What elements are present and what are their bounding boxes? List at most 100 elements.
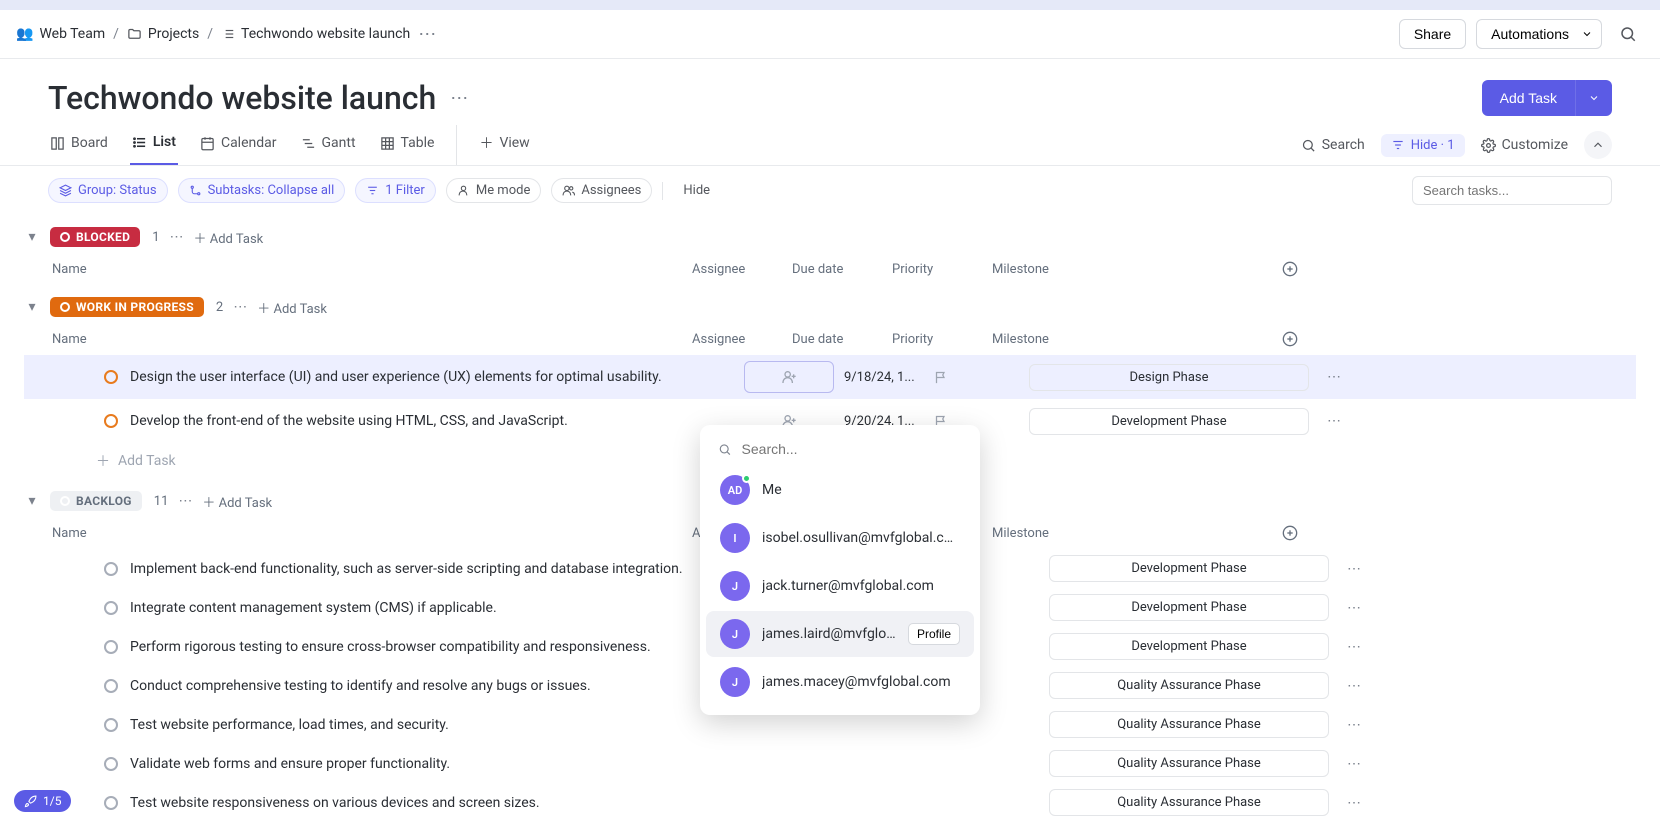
task-name[interactable]: Perform rigorous testing to ensure cross…: [130, 639, 744, 655]
status-dot-icon[interactable]: [104, 601, 118, 615]
automations-button[interactable]: Automations: [1476, 19, 1584, 49]
breadcrumb-team[interactable]: 👥 Web Team: [16, 26, 105, 42]
row-more-icon[interactable]: ⋯: [1334, 795, 1374, 811]
task-row[interactable]: Validate web forms and ensure proper fun…: [24, 744, 1636, 783]
status-dot-icon[interactable]: [104, 414, 118, 428]
row-more-icon[interactable]: ⋯: [1334, 561, 1374, 577]
group-toggle[interactable]: ▾: [24, 493, 40, 509]
col-priority[interactable]: Priority: [892, 262, 992, 277]
task-name[interactable]: Design the user interface (UI) and user …: [130, 369, 744, 385]
assignee-user[interactable]: I isobel.osullivan@mvfglobal.com: [706, 515, 974, 561]
tab-gantt[interactable]: Gantt: [299, 125, 358, 165]
collapse-button[interactable]: [1584, 131, 1612, 159]
tab-table[interactable]: Table: [378, 125, 437, 165]
task-name[interactable]: Conduct comprehensive testing to identif…: [130, 678, 744, 694]
status-dot-icon[interactable]: [104, 370, 118, 384]
hide-button[interactable]: Hide · 1: [1381, 134, 1465, 157]
milestone-chip[interactable]: Development Phase: [1049, 633, 1329, 660]
me-mode-pill[interactable]: Me mode: [446, 178, 542, 203]
task-name[interactable]: Test website performance, load times, an…: [130, 717, 744, 733]
subtasks-pill[interactable]: Subtasks: Collapse all: [178, 178, 346, 203]
automations-dropdown[interactable]: [1573, 19, 1602, 49]
search-icon[interactable]: [1612, 18, 1644, 50]
task-name[interactable]: Validate web forms and ensure proper fun…: [130, 756, 744, 772]
status-pill[interactable]: BLOCKED: [50, 227, 140, 247]
col-due[interactable]: Due date: [792, 332, 892, 347]
col-assignee[interactable]: Assignee: [692, 262, 792, 277]
col-milestone[interactable]: Milestone: [992, 526, 1282, 541]
status-dot-icon[interactable]: [104, 757, 118, 771]
status-dot-icon[interactable]: [104, 640, 118, 654]
tab-add-view[interactable]: ＋ View: [477, 125, 531, 165]
milestone-chip[interactable]: Quality Assurance Phase: [1049, 711, 1329, 738]
group-more-icon[interactable]: ⋯: [178, 493, 192, 509]
milestone-chip[interactable]: Design Phase: [1029, 364, 1309, 391]
assignee-cell[interactable]: [744, 361, 834, 393]
breadcrumb-list[interactable]: Techwondo website launch: [221, 26, 410, 42]
assignee-user[interactable]: J james.laird@mvfgloba... Profile: [706, 611, 974, 657]
help-pill[interactable]: 1/5: [14, 790, 71, 812]
status-pill[interactable]: BACKLOG: [50, 491, 142, 511]
milestone-chip[interactable]: Quality Assurance Phase: [1049, 672, 1329, 699]
milestone-chip[interactable]: Quality Assurance Phase: [1049, 789, 1329, 816]
milestone-chip[interactable]: Development Phase: [1049, 594, 1329, 621]
group-more-icon[interactable]: ⋯: [233, 299, 247, 315]
filter-pill[interactable]: 1 Filter: [355, 178, 436, 203]
col-milestone[interactable]: Milestone: [992, 332, 1282, 347]
priority-cell[interactable]: [934, 370, 1024, 385]
tab-list[interactable]: List: [130, 125, 178, 165]
customize-button[interactable]: Customize: [1481, 137, 1568, 153]
status-dot-icon[interactable]: [104, 679, 118, 693]
group-pill[interactable]: Group: Status: [48, 178, 168, 203]
task-name[interactable]: Integrate content management system (CMS…: [130, 600, 744, 616]
row-more-icon[interactable]: ⋯: [1334, 678, 1374, 694]
due-cell[interactable]: 9/18/24, 1...: [844, 370, 934, 385]
assignee-search-input[interactable]: [742, 441, 962, 457]
status-dot-icon[interactable]: [104, 562, 118, 576]
milestone-chip[interactable]: Quality Assurance Phase: [1049, 750, 1329, 777]
row-more-icon[interactable]: ⋯: [1314, 413, 1354, 429]
assignee-me[interactable]: AD Me: [706, 467, 974, 513]
group-add-task[interactable]: ＋ Add Task: [194, 228, 264, 247]
profile-button[interactable]: Profile: [908, 623, 960, 645]
col-name[interactable]: Name: [52, 526, 692, 541]
row-more-icon[interactable]: ⋯: [1334, 756, 1374, 772]
group-add-task[interactable]: ＋ Add Task: [257, 298, 327, 317]
assignees-pill[interactable]: Assignees: [551, 178, 652, 203]
add-column-icon[interactable]: [1282, 331, 1312, 347]
title-more-icon[interactable]: ⋯: [450, 88, 468, 109]
tab-calendar[interactable]: Calendar: [198, 125, 279, 165]
search-tasks-input[interactable]: [1412, 176, 1612, 205]
breadcrumb-more-icon[interactable]: ⋯: [418, 24, 436, 45]
task-row[interactable]: Design the user interface (UI) and user …: [24, 355, 1636, 399]
assignee-user[interactable]: J jack.turner@mvfglobal.com: [706, 563, 974, 609]
row-more-icon[interactable]: ⋯: [1314, 369, 1354, 385]
add-task-dropdown[interactable]: [1575, 80, 1612, 116]
task-name[interactable]: Implement back-end functionality, such a…: [130, 561, 744, 577]
status-dot-icon[interactable]: [104, 796, 118, 810]
add-column-icon[interactable]: [1282, 525, 1312, 541]
group-add-task[interactable]: ＋ Add Task: [202, 492, 272, 511]
task-name[interactable]: Develop the front-end of the website usi…: [130, 413, 744, 429]
add-task-button[interactable]: Add Task: [1482, 80, 1575, 116]
col-name[interactable]: Name: [52, 262, 692, 277]
col-name[interactable]: Name: [52, 332, 692, 347]
col-milestone[interactable]: Milestone: [992, 262, 1282, 277]
share-button[interactable]: Share: [1399, 19, 1466, 49]
breadcrumb-folder[interactable]: Projects: [127, 26, 199, 42]
milestone-chip[interactable]: Development Phase: [1049, 555, 1329, 582]
status-dot-icon[interactable]: [104, 718, 118, 732]
col-due[interactable]: Due date: [792, 262, 892, 277]
col-priority[interactable]: Priority: [892, 332, 992, 347]
milestone-chip[interactable]: Development Phase: [1029, 408, 1309, 435]
search-button[interactable]: Search: [1301, 137, 1365, 153]
row-more-icon[interactable]: ⋯: [1334, 600, 1374, 616]
row-more-icon[interactable]: ⋯: [1334, 717, 1374, 733]
status-pill[interactable]: WORK IN PROGRESS: [50, 297, 204, 317]
task-name[interactable]: Test website responsiveness on various d…: [130, 795, 744, 811]
row-more-icon[interactable]: ⋯: [1334, 639, 1374, 655]
tab-board[interactable]: Board: [48, 125, 110, 165]
assignee-user[interactable]: J james.macey@mvfglobal.com: [706, 659, 974, 705]
group-toggle[interactable]: ▾: [24, 299, 40, 315]
hide-toggle[interactable]: Hide: [673, 179, 720, 202]
